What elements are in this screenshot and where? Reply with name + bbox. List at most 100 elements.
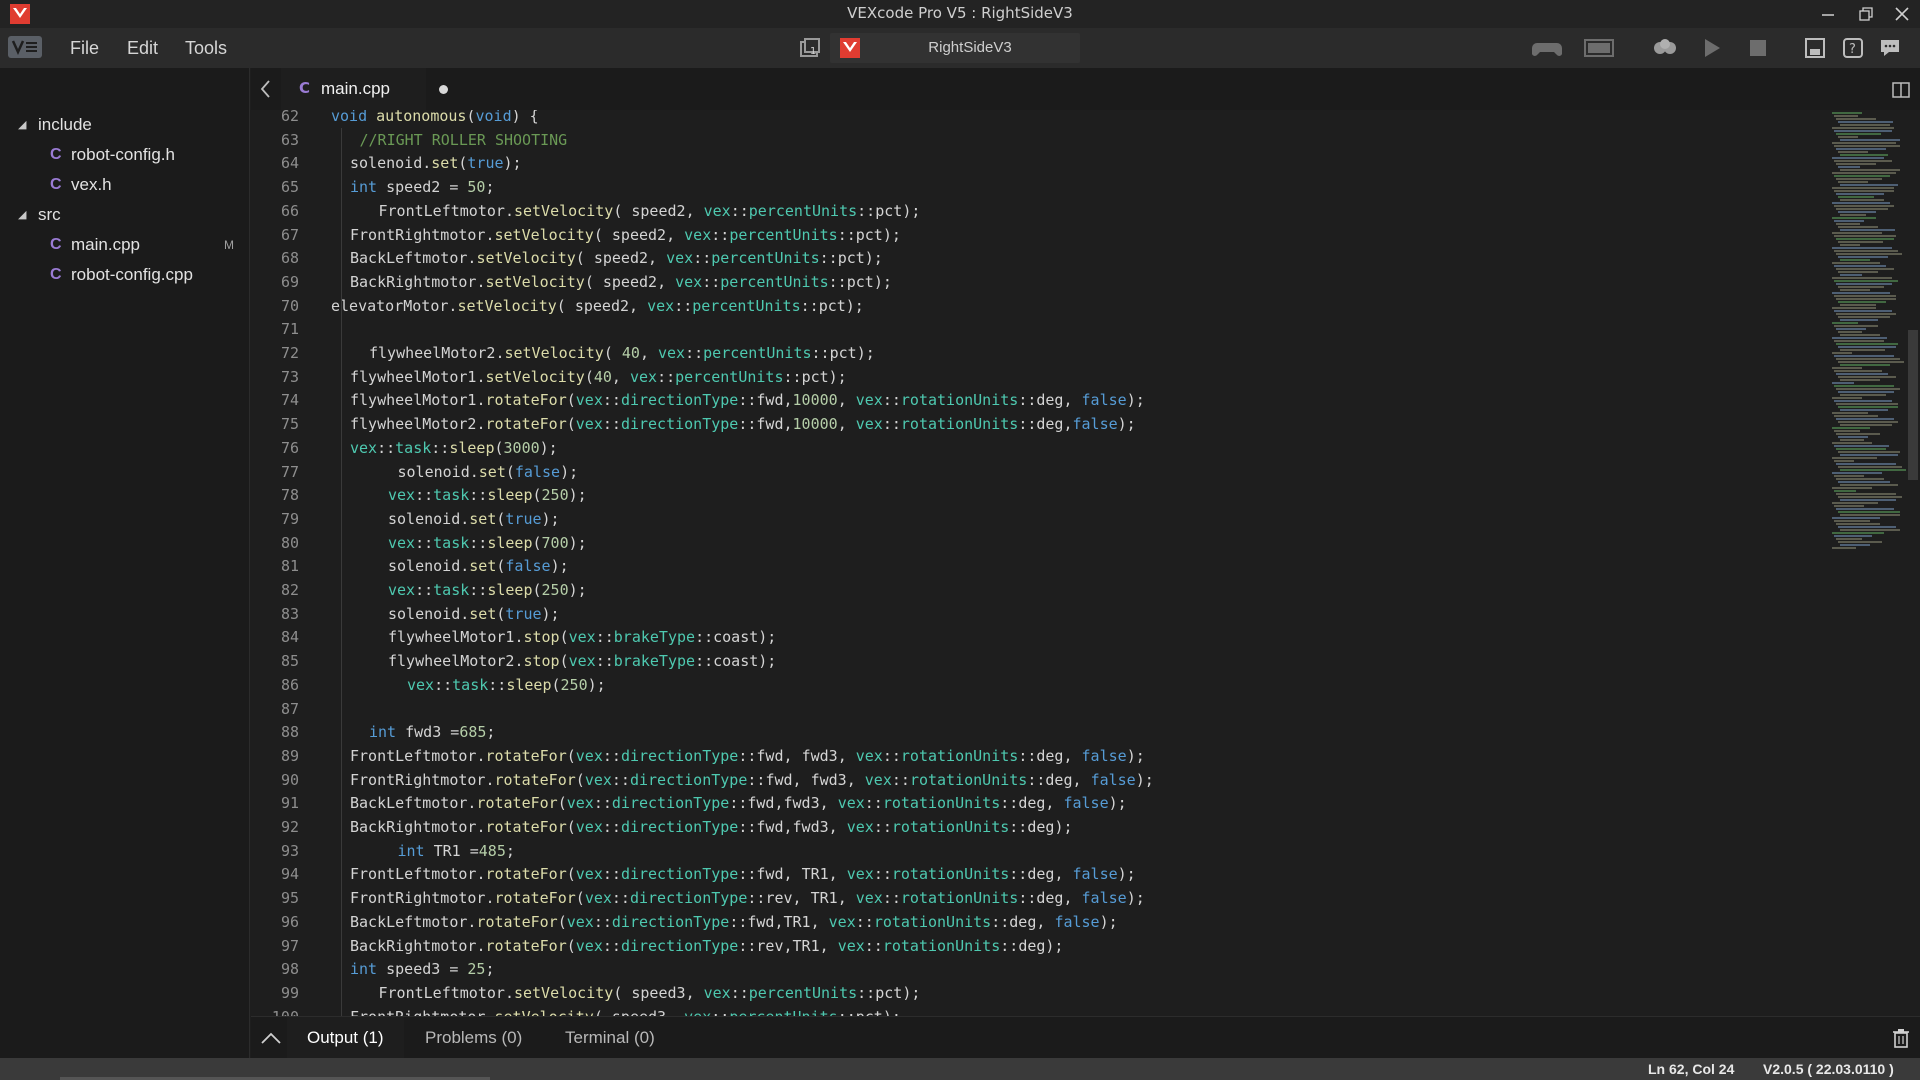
folder-src[interactable]: ◢ src xyxy=(0,200,250,230)
line-number: 64 xyxy=(280,154,299,173)
minimap-line xyxy=(1834,310,1892,312)
play-icon[interactable] xyxy=(1700,34,1724,62)
line-number: 82 xyxy=(280,581,299,599)
minimap-line xyxy=(1840,484,1898,486)
tab-output[interactable]: Output (1) xyxy=(287,1017,404,1059)
code-line[interactable]: flywheelMotor1.setVelocity(40, vex::perc… xyxy=(350,365,847,389)
code-line[interactable]: flywheelMotor2.stop(vex::brakeType::coas… xyxy=(388,649,776,673)
minimap-line xyxy=(1832,337,1887,339)
feedback-icon[interactable] xyxy=(1877,34,1903,62)
cursor-position[interactable]: Ln 62, Col 24 xyxy=(1648,1058,1734,1080)
minimap-line xyxy=(1834,400,1892,402)
minimap-line xyxy=(1836,223,1860,225)
folder-include[interactable]: ◢ include xyxy=(0,110,250,140)
code-line[interactable]: FrontLeftmotor.rotateFor(vex::directionT… xyxy=(350,862,1136,886)
save-device-icon[interactable] xyxy=(1802,34,1828,62)
code-line[interactable]: elevatorMotor.setVelocity( speed2, vex::… xyxy=(331,294,864,318)
file-robot-config-cpp[interactable]: C robot-config.cpp xyxy=(0,260,250,290)
clear-output-button[interactable] xyxy=(1891,1027,1911,1049)
code-line[interactable]: vex::task::sleep(250); xyxy=(388,578,587,602)
expand-panel-button[interactable] xyxy=(259,1027,283,1049)
vex-menu-icon[interactable] xyxy=(8,36,42,58)
controller-icon[interactable] xyxy=(1530,34,1564,62)
code-line[interactable]: solenoid.set(true); xyxy=(350,151,522,175)
code-line[interactable]: vex::task::sleep(250); xyxy=(407,673,606,697)
file-vex-h[interactable]: C vex.h xyxy=(0,170,250,200)
code-line[interactable]: vex::task::sleep(700); xyxy=(388,531,587,555)
code-line[interactable]: void autonomous(void) { xyxy=(331,110,539,128)
code-line[interactable]: BackRightmotor.rotateFor(vex::directionT… xyxy=(350,815,1073,839)
code-line[interactable]: BackRightmotor.setVelocity( speed2, vex:… xyxy=(350,270,892,294)
tab-problems[interactable]: Problems (0) xyxy=(425,1017,522,1059)
code-line[interactable]: vex::task::sleep(250); xyxy=(388,483,587,507)
editor-scrollbar[interactable] xyxy=(1906,110,1920,1016)
file-robot-config-h[interactable]: C robot-config.h xyxy=(0,140,250,170)
code-line[interactable]: int fwd3 =685; xyxy=(369,720,495,744)
line-number: 83 xyxy=(280,604,299,623)
download-icon[interactable] xyxy=(1648,34,1682,62)
project-selector[interactable]: RightSideV3 xyxy=(830,33,1080,63)
minimap-line xyxy=(1834,415,1878,417)
menu-edit[interactable]: Edit xyxy=(127,28,158,68)
code-line[interactable]: flywheelMotor1.rotateFor(vex::directionT… xyxy=(350,388,1145,412)
split-editor-button[interactable] xyxy=(1891,80,1911,100)
slot-select-icon[interactable]: 1 xyxy=(796,34,824,62)
restore-button[interactable] xyxy=(1848,0,1884,28)
code-line[interactable]: solenoid.set(true); xyxy=(388,602,560,626)
minimap-line xyxy=(1836,268,1894,270)
minimap-line xyxy=(1832,412,1868,414)
tab-main-cpp[interactable]: C main.cpp xyxy=(281,68,448,110)
minimap-line xyxy=(1836,388,1900,390)
close-button[interactable] xyxy=(1884,0,1920,28)
code-line[interactable]: vex::task::sleep(3000); xyxy=(350,436,558,460)
code-line[interactable]: solenoid.set(false); xyxy=(398,460,579,484)
minimap-line xyxy=(1836,253,1902,255)
code-line[interactable]: flywheelMotor2.setVelocity( 40, vex::per… xyxy=(369,341,875,365)
code-line[interactable]: FrontRightmotor.rotateFor(vex::direction… xyxy=(350,886,1145,910)
minimize-button[interactable] xyxy=(1810,0,1846,28)
stop-icon[interactable] xyxy=(1746,34,1770,62)
code-line[interactable]: BackRightmotor.rotateFor(vex::directionT… xyxy=(350,934,1063,958)
screen-icon[interactable] xyxy=(1582,34,1616,62)
file-main-cpp[interactable]: C main.cpp M xyxy=(0,230,250,260)
line-number: 65 xyxy=(280,178,299,197)
minimap-line xyxy=(1840,349,1885,351)
code-editor[interactable]: 62 void autonomous(void) {63 //RIGHT ROLLE… xyxy=(251,110,1828,1016)
minimap-line xyxy=(1840,289,1870,291)
tab-terminal[interactable]: Terminal (0) xyxy=(565,1017,655,1059)
minimap-line xyxy=(1838,151,1868,153)
code-line[interactable]: int speed3 = 25; xyxy=(350,957,495,981)
minimap-line xyxy=(1838,421,1898,423)
code-line[interactable]: FrontRightmotor.setVelocity( speed3, vex… xyxy=(350,1005,901,1016)
menu-tools[interactable]: Tools xyxy=(185,28,227,68)
code-line[interactable]: flywheelMotor1.stop(vex::brakeType::coas… xyxy=(388,625,776,649)
scrollbar-thumb[interactable] xyxy=(1908,330,1918,480)
minimap-line xyxy=(1840,259,1870,261)
minimap-line xyxy=(1840,409,1888,411)
minimap[interactable] xyxy=(1828,110,1906,1016)
code-line[interactable]: FrontRightmotor.setVelocity( speed2, vex… xyxy=(350,223,901,247)
minimap-line xyxy=(1838,316,1890,318)
code-line[interactable]: BackLeftmotor.rotateFor(vex::directionTy… xyxy=(350,791,1127,815)
code-line[interactable]: FrontLeftmotor.rotateFor(vex::directionT… xyxy=(350,744,1145,768)
help-icon[interactable]: ? xyxy=(1840,34,1866,62)
code-line[interactable]: //RIGHT ROLLER SHOOTING xyxy=(360,128,568,152)
menu-file[interactable]: File xyxy=(70,28,99,68)
line-number: 73 xyxy=(280,367,299,386)
code-line[interactable]: int speed2 = 50; xyxy=(350,175,495,199)
code-line[interactable]: solenoid.set(false); xyxy=(388,554,569,578)
minimap-line xyxy=(1834,265,1886,267)
collapse-sidebar-button[interactable] xyxy=(257,78,275,100)
line-number: 81 xyxy=(280,557,299,576)
code-line[interactable]: BackLeftmotor.setVelocity( speed2, vex::… xyxy=(350,246,883,270)
code-line[interactable]: solenoid.set(true); xyxy=(388,507,560,531)
code-line[interactable]: FrontRightmotor.rotateFor(vex::direction… xyxy=(350,768,1154,792)
code-line[interactable]: FrontLeftmotor.setVelocity( speed2, vex:… xyxy=(379,199,921,223)
minimap-line xyxy=(1836,313,1896,315)
code-line[interactable]: BackLeftmotor.rotateFor(vex::directionTy… xyxy=(350,910,1118,934)
minimap-line xyxy=(1834,385,1894,387)
minimap-line xyxy=(1834,475,1864,477)
code-line[interactable]: flywheelMotor2.rotateFor(vex::directionT… xyxy=(350,412,1136,436)
code-line[interactable]: int TR1 =485; xyxy=(398,839,515,863)
code-line[interactable]: FrontLeftmotor.setVelocity( speed3, vex:… xyxy=(379,981,921,1005)
